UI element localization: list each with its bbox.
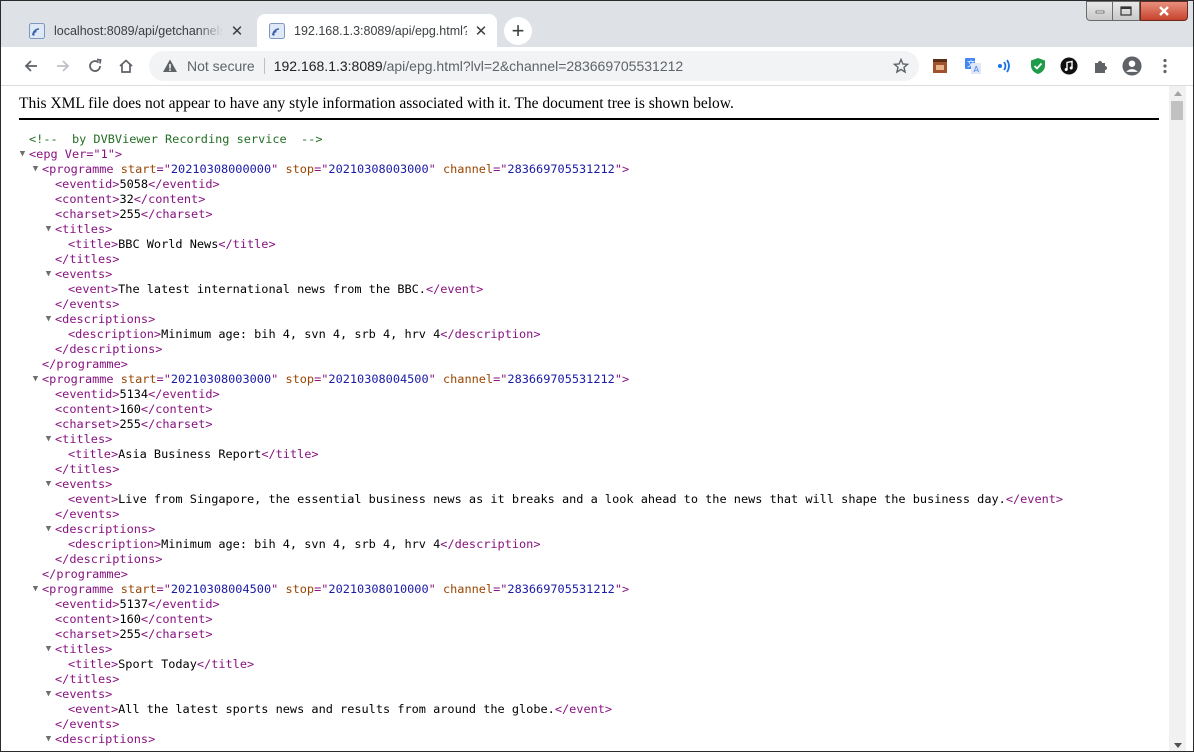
collapse-arrow-icon[interactable]: ▼ <box>31 372 40 387</box>
xml-title-line: <title>BBC World News</title> <box>68 237 276 251</box>
xml-eventid-line: <eventid>5134</eventid> <box>55 387 220 401</box>
xml-events-open: ▼ <events> <box>44 477 113 492</box>
xml-descriptions-open: ▼ <descriptions> <box>44 522 156 537</box>
profile-icon[interactable] <box>1122 56 1142 76</box>
xml-descriptions-close: </descriptions> <box>55 342 163 356</box>
xml-info-header: This XML file does not appear to have an… <box>19 95 1159 120</box>
shield-extension-icon[interactable] <box>1028 56 1048 76</box>
scrollbar-thumb[interactable] <box>1171 101 1183 120</box>
collapse-arrow-icon[interactable]: ▼ <box>44 642 53 657</box>
xml-content-line: <content>160</content> <box>55 402 213 416</box>
tab-getchannelsxml[interactable]: localhost:8089/api/getchannelsxml ✕ <box>17 14 253 47</box>
omnibox-divider <box>263 58 265 74</box>
vertical-scrollbar[interactable] <box>1169 86 1186 751</box>
url-path: /api/epg.html?lvl=2&channel=283669705531… <box>382 58 684 74</box>
xml-titles-close: </titles> <box>55 252 120 266</box>
close-icon[interactable]: ✕ <box>473 23 489 40</box>
tab-strip: localhost:8089/api/getchannelsxml ✕ 192.… <box>1 1 1193 47</box>
xml-titles-open: ▼ <titles> <box>44 222 113 237</box>
collapse-arrow-icon[interactable]: ▼ <box>44 432 53 447</box>
xml-tree: <!-- by DVBViewer Recording service --> … <box>1 132 1169 747</box>
collapse-arrow-icon[interactable]: ▼ <box>31 162 40 177</box>
collapse-arrow-icon[interactable]: ▼ <box>44 687 53 702</box>
xml-events-close: </events> <box>55 297 120 311</box>
xml-charset-line: <charset>255</charset> <box>55 207 213 221</box>
xml-description-line: <description>Minimum age: bih 4, svn 4, … <box>68 537 541 551</box>
xml-charset-line: <charset>255</charset> <box>55 417 213 431</box>
xml-root-epg: ▼ <epg Ver="1"> <box>18 147 123 162</box>
scroll-down-arrow-icon[interactable] <box>1169 738 1186 751</box>
collapse-arrow-icon[interactable]: ▼ <box>44 312 53 327</box>
forward-icon[interactable] <box>49 52 77 80</box>
wave-extension-icon[interactable] <box>995 56 1015 76</box>
scroll-up-arrow-icon[interactable] <box>1169 86 1186 101</box>
collapse-arrow-icon[interactable]: ▼ <box>44 732 53 747</box>
clapper-extension-icon[interactable] <box>930 56 950 76</box>
collapse-arrow-icon[interactable]: ▼ <box>18 147 27 162</box>
puzzle-icon[interactable] <box>1091 56 1111 76</box>
xml-content-line: <content>160</content> <box>55 612 213 626</box>
xml-titles-open: ▼ <titles> <box>44 432 113 447</box>
xml-eventid-line: <eventid>5137</eventid> <box>55 597 220 611</box>
url-host: 192.168.1.3:8089 <box>273 58 383 74</box>
browser-window: localhost:8089/api/getchannelsxml ✕ 192.… <box>0 0 1194 752</box>
home-icon[interactable] <box>112 52 140 80</box>
xml-titles-open: ▼ <titles> <box>44 642 113 657</box>
xml-eventid-line: <eventid>5058</eventid> <box>55 177 220 191</box>
xml-titles-close: </titles> <box>55 462 120 476</box>
collapse-arrow-icon[interactable]: ▼ <box>44 477 53 492</box>
minimize-button[interactable] <box>1086 1 1113 21</box>
xml-event-line: <event>Live from Singapore, the essentia… <box>68 492 1064 506</box>
xml-descriptions-open: ▼ <descriptions> <box>44 312 156 327</box>
toolbar: Not secure 192.168.1.3:8089/api/epg.html… <box>1 47 1193 86</box>
xml-event-line: <event>All the latest sports news and re… <box>68 702 613 716</box>
xml-event-line: <event>The latest international news fro… <box>68 282 484 296</box>
music-extension-icon[interactable] <box>1059 56 1079 76</box>
programme-close-line: </programme> <box>42 357 128 371</box>
programme-open-line: ▼ <programme start="20210308004500" stop=… <box>31 582 630 597</box>
xml-title-line: <title>Asia Business Report</title> <box>68 447 319 461</box>
xml-events-open: ▼ <events> <box>44 267 113 282</box>
tab-epg[interactable]: 192.168.1.3:8089/api/epg.html?lvl=2 ✕ <box>257 14 497 47</box>
maximize-button[interactable] <box>1113 1 1140 21</box>
back-icon[interactable] <box>17 52 45 80</box>
programme-close-line: </programme> <box>42 567 128 581</box>
plus-icon[interactable]: + <box>504 17 532 45</box>
xml-events-close: </events> <box>55 507 120 521</box>
not-secure-label[interactable]: Not secure <box>187 58 255 74</box>
kebab-menu-icon[interactable] <box>1155 56 1175 76</box>
xml-events-close: </events> <box>55 717 120 731</box>
wifi-favicon-icon <box>269 22 285 39</box>
close-icon[interactable]: ✕ <box>229 23 245 40</box>
collapse-arrow-icon[interactable]: ▼ <box>31 582 40 597</box>
svg-text:A: A <box>974 65 980 74</box>
warning-icon[interactable] <box>162 58 178 74</box>
programme-open-line: ▼ <programme start="20210308003000" stop=… <box>31 372 630 387</box>
xml-titles-close: </titles> <box>55 672 120 686</box>
address-bar[interactable]: Not secure 192.168.1.3:8089/api/epg.html… <box>149 51 919 81</box>
xml-content-line: <content>32</content> <box>55 192 206 206</box>
xml-charset-line: <charset>255</charset> <box>55 627 213 641</box>
tab-title: 192.168.1.3:8089/api/epg.html?lvl=2 <box>294 23 467 38</box>
tab-title: localhost:8089/api/getchannelsxml <box>54 23 223 38</box>
xml-events-open: ▼ <events> <box>44 687 113 702</box>
xml-comment: <!-- by DVBViewer Recording service --> <box>29 132 323 146</box>
url-text[interactable]: 192.168.1.3:8089/api/epg.html?lvl=2&chan… <box>274 58 683 74</box>
collapse-arrow-icon[interactable]: ▼ <box>44 522 53 537</box>
programme-open-line: ▼ <programme start="20210308000000" stop=… <box>31 162 630 177</box>
xml-title-line: <title>Sport Today</title> <box>68 657 255 671</box>
translate-extension-icon[interactable]: 文A <box>963 56 983 76</box>
wifi-favicon-icon <box>29 22 45 39</box>
star-icon[interactable] <box>892 57 910 74</box>
window-close-button[interactable] <box>1140 1 1188 21</box>
collapse-arrow-icon[interactable]: ▼ <box>44 222 53 237</box>
xml-descriptions-close: </descriptions> <box>55 552 163 566</box>
collapse-arrow-icon[interactable]: ▼ <box>44 267 53 282</box>
page-content: This XML file does not appear to have an… <box>1 86 1169 751</box>
xml-description-line: <description>Minimum age: bih 4, svn 4, … <box>68 327 541 341</box>
reload-icon[interactable] <box>81 52 109 80</box>
xml-descriptions-open: ▼ <descriptions> <box>44 732 156 747</box>
